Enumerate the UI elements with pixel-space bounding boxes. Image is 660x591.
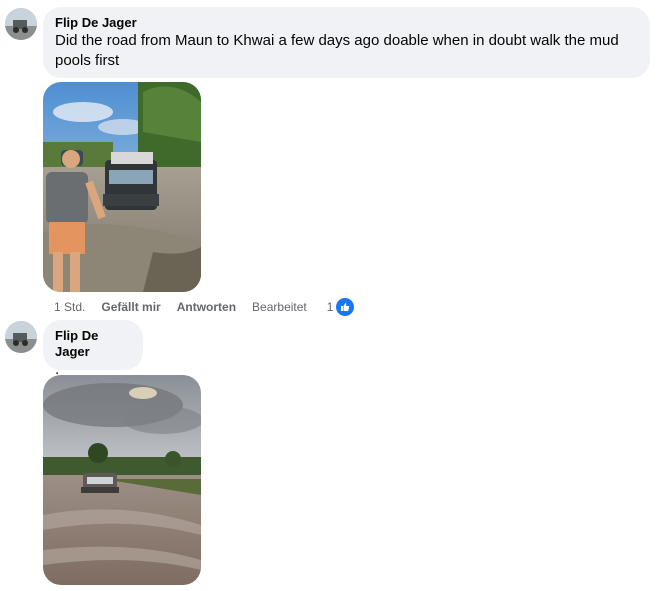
comment-bubble: Flip De Jager . [43,320,143,378]
flooded-road-photo [43,375,201,585]
avatar[interactable] [5,321,37,353]
reaction-count: 1 [326,300,334,314]
comment-bubble: Flip De Jager Did the road from Maun to … [43,7,650,78]
comment-author[interactable]: Flip De Jager [55,15,638,31]
comment-author[interactable]: Flip De Jager [55,328,131,360]
reply-button[interactable]: Antworten [177,300,236,314]
mud-road-photo [43,82,201,292]
comment-timestamp[interactable]: 1 Std. [54,300,85,314]
comment-text: Did the road from Maun to Khwai a few da… [55,32,619,69]
like-button[interactable]: Gefällt mir [101,300,160,314]
comment-photo[interactable] [43,375,201,585]
reaction-summary[interactable]: 1 [327,297,372,317]
like-reaction-icon [335,297,356,317]
edited-label[interactable]: Bearbeitet [252,300,307,314]
comment-photo[interactable] [43,82,201,292]
avatar[interactable] [5,8,37,40]
avatar-image [5,321,37,353]
comment-actions: 1 Std. Gefällt mir Antworten Bearbeitet … [54,297,372,317]
avatar-image [5,8,37,40]
